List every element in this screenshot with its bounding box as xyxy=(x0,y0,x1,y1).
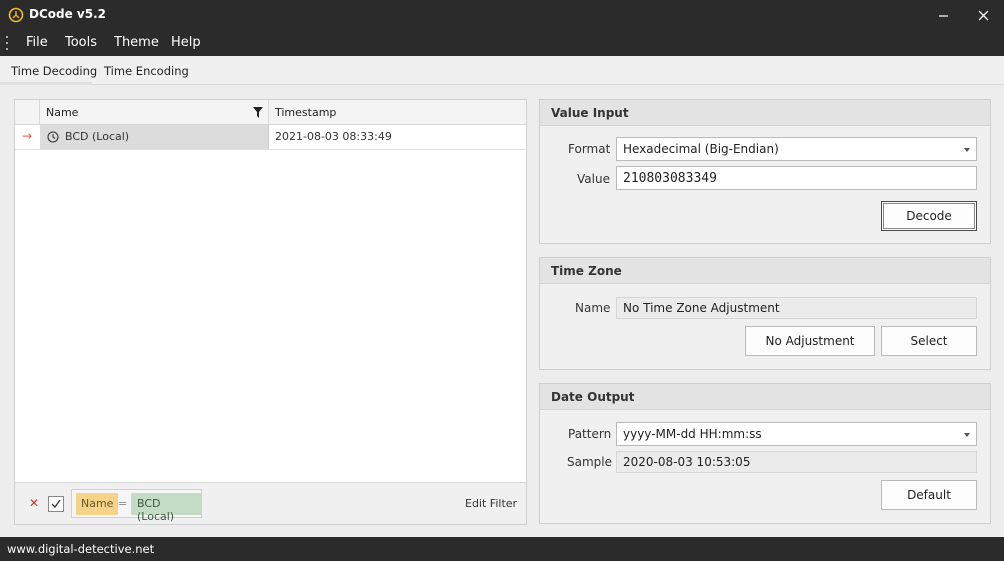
filter-field: Name xyxy=(76,493,119,515)
window-title: DCode v5.2 xyxy=(29,7,106,21)
clear-filter-icon[interactable]: ✕ xyxy=(29,496,39,510)
format-dropdown[interactable]: Hexadecimal (Big-Endian) xyxy=(616,137,977,161)
edit-filter-button[interactable]: Edit Filter xyxy=(465,497,517,510)
close-button[interactable] xyxy=(962,0,1004,30)
minimize-button[interactable] xyxy=(922,0,964,30)
value-input-title: Value Input xyxy=(540,100,990,126)
tab-time-encoding[interactable]: Time Encoding xyxy=(104,64,189,78)
active-tab-indicator xyxy=(0,82,92,85)
date-output-title: Date Output xyxy=(540,384,990,410)
menu-file[interactable]: File xyxy=(26,35,48,50)
minimize-icon xyxy=(938,14,948,17)
title-bar: DCode v5.2 xyxy=(0,0,1004,30)
time-zone-name-label: Name xyxy=(575,301,611,315)
row-indicator-header xyxy=(15,100,40,125)
filter-operator: = xyxy=(118,497,128,510)
format-label: Format xyxy=(568,142,611,156)
value-label: Value xyxy=(577,172,610,186)
select-time-zone-button[interactable]: Select xyxy=(881,326,977,356)
row-name-cell[interactable]: BCD (Local) xyxy=(40,125,269,149)
check-icon xyxy=(51,499,61,509)
pattern-label: Pattern xyxy=(568,427,612,441)
tab-bar: Time Decoding Time Encoding xyxy=(0,56,1004,85)
menu-grip-icon xyxy=(6,36,9,50)
time-zone-name-field: No Time Zone Adjustment xyxy=(616,297,977,319)
row-indicator-arrow-icon: → xyxy=(22,129,33,143)
dcode-logo-icon xyxy=(8,7,24,23)
close-icon xyxy=(978,10,988,20)
default-pattern-button[interactable]: Default xyxy=(881,480,977,510)
date-output-group: Date Output Pattern yyyy-MM-dd HH:mm:ss … xyxy=(539,383,991,524)
menu-tools[interactable]: Tools xyxy=(65,35,97,50)
sample-label: Sample xyxy=(567,455,612,469)
filter-value: BCD (Local) xyxy=(131,493,201,523)
column-header-timestamp[interactable]: Timestamp xyxy=(270,100,336,125)
column-header-name[interactable]: Name xyxy=(40,100,269,125)
filter-expression[interactable]: Name = BCD (Local) xyxy=(71,489,202,523)
website-link[interactable]: www.digital-detective.net xyxy=(7,542,154,556)
format-value: Hexadecimal (Big-Endian) xyxy=(623,142,779,156)
results-grid: Name Timestamp → BCD (Local) 2021-08-03 … xyxy=(14,99,527,525)
sample-field: 2020-08-03 10:53:05 xyxy=(616,451,977,473)
pattern-dropdown[interactable]: yyyy-MM-dd HH:mm:ss xyxy=(616,422,977,446)
time-zone-group: Time Zone Name No Time Zone Adjustment N… xyxy=(539,257,991,370)
value-input-group: Value Input Format Hexadecimal (Big-Endi… xyxy=(539,99,991,244)
value-input[interactable]: 210803083349 xyxy=(616,166,977,190)
decode-button[interactable]: Decode xyxy=(881,201,977,231)
column-filter-icon[interactable] xyxy=(253,107,263,118)
filter-enabled-checkbox[interactable] xyxy=(48,496,64,512)
tab-time-decoding[interactable]: Time Decoding xyxy=(11,64,97,78)
column-header-name-label: Name xyxy=(46,106,79,119)
dropdown-arrow-icon xyxy=(964,433,970,437)
clock-icon xyxy=(47,131,59,143)
menu-bar: File Tools Theme Help xyxy=(0,30,1004,56)
dropdown-arrow-icon xyxy=(964,148,970,152)
time-zone-title: Time Zone xyxy=(540,258,990,284)
status-bar: www.digital-detective.net xyxy=(0,537,1004,561)
filter-panel: ✕ Name = BCD (Local) Edit Filter xyxy=(15,482,526,524)
row-timestamp-cell[interactable]: 2021-08-03 08:33:49 xyxy=(275,130,392,143)
grid-header: Name Timestamp xyxy=(15,100,526,125)
menu-theme[interactable]: Theme xyxy=(114,35,159,50)
no-adjustment-button[interactable]: No Adjustment xyxy=(745,326,875,356)
pattern-value: yyyy-MM-dd HH:mm:ss xyxy=(623,427,762,441)
table-row[interactable]: → BCD (Local) 2021-08-03 08:33:49 xyxy=(15,125,526,150)
row-name-text: BCD (Local) xyxy=(65,130,130,143)
menu-help[interactable]: Help xyxy=(171,35,201,50)
